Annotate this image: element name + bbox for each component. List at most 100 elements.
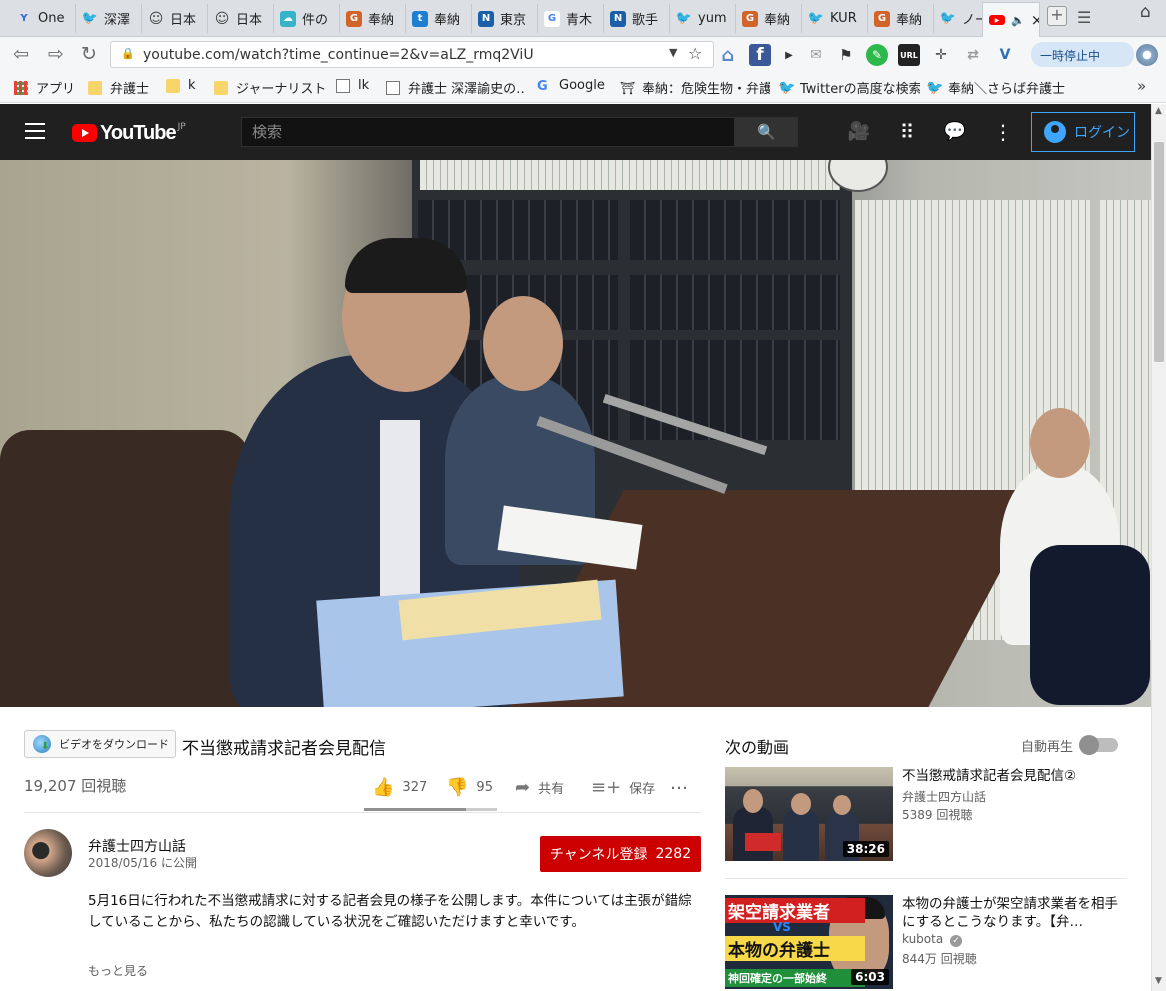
download-video-button[interactable]: ビデオをダウンロード <box>24 730 176 758</box>
browser-tab[interactable]: t 奉納 <box>406 4 472 33</box>
forward-arrow-icon[interactable]: ⇨ <box>44 44 68 66</box>
recommended-channel[interactable]: kubota ✓ <box>902 932 963 947</box>
facebook-icon[interactable]: f <box>749 44 771 66</box>
youtube-masthead: YouTube JP 🔍 🎥 ⠿ 💬 ⋮ ログイン <box>0 104 1151 160</box>
apps-grid-icon[interactable]: ⠿ <box>895 120 919 144</box>
browser-tab[interactable]: 🐦 yum <box>670 4 736 33</box>
browser-tab[interactable]: G 奉納 <box>340 4 406 33</box>
recommended-video[interactable]: 架空請求業者 VS 本物の弁護士 神回確定の一部始終 6:03 本物の弁護士が架… <box>725 895 1127 991</box>
like-button[interactable]: 👍 327 <box>372 776 427 798</box>
search-input[interactable] <box>242 118 734 146</box>
share-button[interactable]: ➦ 共有 <box>515 776 564 798</box>
home-icon[interactable]: ⌂ <box>717 44 739 66</box>
speaker-icon[interactable]: 🔈 <box>1011 14 1025 27</box>
save-button[interactable]: ≡+ 保存 <box>591 776 655 798</box>
mail-icon[interactable]: ✉ <box>805 44 827 66</box>
evernote-icon[interactable]: ✎ <box>866 44 888 66</box>
browser-tab[interactable]: G 奉納 <box>868 4 934 33</box>
thumb-caption: 本物の弁護士 <box>725 936 865 961</box>
hamburger-menu-icon[interactable] <box>25 123 45 139</box>
bookmark-icon[interactable]: ⚑ <box>835 44 857 66</box>
bookmark-label: 奉納：危険生物・弁護… <box>642 82 770 97</box>
video-title: 不当懲戒請求記者会見配信 <box>182 739 386 759</box>
messages-icon[interactable]: 💬 <box>943 120 967 144</box>
video-player[interactable] <box>0 160 1151 707</box>
law-books <box>630 200 840 260</box>
browser-tab[interactable]: 🐦 KUR <box>802 4 868 33</box>
browser-tab[interactable]: 🐦 深澤 <box>76 4 142 33</box>
browser-tab[interactable]: N 東京 <box>472 4 538 33</box>
view-count: 19,207 回視聴 <box>24 777 127 795</box>
shrine-icon: G <box>742 10 758 27</box>
search-button[interactable]: 🔍 <box>735 117 798 147</box>
bookmark-item[interactable]: k <box>166 78 202 93</box>
reload-icon[interactable]: ↻ <box>77 44 101 66</box>
login-button[interactable]: ログイン <box>1031 112 1135 152</box>
subscribe-button[interactable]: チャンネル登録 2282 <box>540 836 701 872</box>
bookmark-item[interactable]: ⛩ 奉納：危険生物・弁護… <box>620 78 770 98</box>
channel-avatar[interactable] <box>24 829 72 877</box>
folder-icon <box>166 78 180 93</box>
bookmark-item[interactable]: G Google <box>537 78 609 93</box>
browser-tab[interactable]: G 奉納 <box>736 4 802 33</box>
back-arrow-icon[interactable]: ⇦ <box>9 44 33 66</box>
folder-icon <box>88 80 102 95</box>
page-scrollbar[interactable]: ▲ ▼ <box>1151 104 1166 991</box>
bookmark-item[interactable]: アプリ <box>14 78 78 97</box>
play-small-icon[interactable]: ▶ <box>778 44 800 66</box>
scrollbar-thumb[interactable] <box>1154 142 1164 362</box>
speaker-right-head <box>483 296 563 391</box>
browser-tab-active[interactable]: ▶ 🔈 × <box>982 2 1040 37</box>
autoplay-toggle[interactable] <box>1079 735 1118 755</box>
video-thumbnail[interactable]: 架空請求業者 VS 本物の弁護士 神回確定の一部始終 6:03 <box>725 895 893 989</box>
close-tab-icon[interactable]: × <box>1031 11 1039 29</box>
v-extension-icon[interactable]: V <box>994 44 1016 66</box>
bookmark-item[interactable]: 弁護士 <box>88 78 158 97</box>
scroll-down-arrow-icon[interactable]: ▼ <box>1155 976 1162 986</box>
recommended-video[interactable]: 38:26 不当懲戒請求記者会見配信② 弁護士四方山話 5389 回視聴 <box>725 767 1127 867</box>
profile-icon[interactable] <box>1136 44 1158 66</box>
tab-list-icon[interactable]: ☰ <box>1077 8 1091 27</box>
url-text[interactable]: youtube.com/watch?time_continue=2&v=aLZ_… <box>143 47 534 63</box>
news-icon: N <box>610 10 626 27</box>
url-dropdown-icon[interactable]: ▼ <box>669 46 677 59</box>
scroll-up-arrow-icon[interactable]: ▲ <box>1155 106 1162 116</box>
browser-tab[interactable]: ☁ 件の <box>274 4 340 33</box>
bookmarks-overflow-icon[interactable]: » <box>1137 77 1146 95</box>
channel-name[interactable]: 弁護士四方山話 <box>88 836 186 856</box>
bookmark-item[interactable]: ジャーナリスト <box>214 78 328 97</box>
browser-tab[interactable]: N 歌手 <box>604 4 670 33</box>
new-tab-button[interactable]: + <box>1047 6 1067 26</box>
url-shortener-icon[interactable]: URL <box>898 44 920 66</box>
lock-icon: 🔒 <box>121 47 135 60</box>
url-bar[interactable]: 🔒 youtube.com/watch?time_continue=2&v=aL… <box>110 41 714 68</box>
browser-tab[interactable]: ☺ 日本 <box>142 4 208 33</box>
recommended-title[interactable]: 不当懲戒請求記者会見配信② <box>902 767 1120 785</box>
search-box[interactable] <box>241 117 735 147</box>
show-more-link[interactable]: もっと見る <box>88 962 148 979</box>
dislike-button[interactable]: 👎 95 <box>446 776 493 798</box>
toggle-knob <box>1079 735 1099 755</box>
recommended-channel[interactable]: 弁護士四方山話 <box>902 788 986 805</box>
bookmark-item[interactable]: 🐦 奉納＼さらば弁護士… <box>926 78 1066 98</box>
more-actions-button[interactable]: … <box>670 772 688 794</box>
youtube-logo[interactable]: YouTube JP <box>72 121 186 145</box>
browser-tab[interactable]: ☺ 日本 <box>208 4 274 33</box>
bookmark-item[interactable]: 弁護士 深澤諭史の… <box>386 78 526 97</box>
window-icon[interactable]: ⌂ <box>1140 2 1151 22</box>
bookmark-item[interactable]: lk <box>336 78 376 93</box>
crosshair-icon[interactable]: ✛ <box>930 44 952 66</box>
browser-tab[interactable]: G 青木 <box>538 4 604 33</box>
browser-tab[interactable]: Y One <box>10 4 76 33</box>
share-arrow-icon: ➦ <box>515 776 531 798</box>
bookmark-label: 弁護士 深澤諭史の… <box>408 82 526 97</box>
sync-paused-button[interactable]: 一時停止中 <box>1031 42 1134 67</box>
more-vert-icon[interactable]: ⋮ <box>991 120 1015 144</box>
create-video-icon[interactable]: 🎥 <box>847 120 871 144</box>
video-thumbnail[interactable]: 38:26 <box>725 767 893 861</box>
bookmark-item[interactable]: 🐦 Twitterの高度な検索 <box>778 78 920 98</box>
bookmark-star-icon[interactable]: ☆ <box>688 44 702 63</box>
recommended-title[interactable]: 本物の弁護士が架空請求業者を相手にするとこうなります。【弁… <box>902 895 1120 931</box>
shuffle-icon[interactable]: ⇄ <box>962 44 984 66</box>
page-icon <box>386 80 400 95</box>
